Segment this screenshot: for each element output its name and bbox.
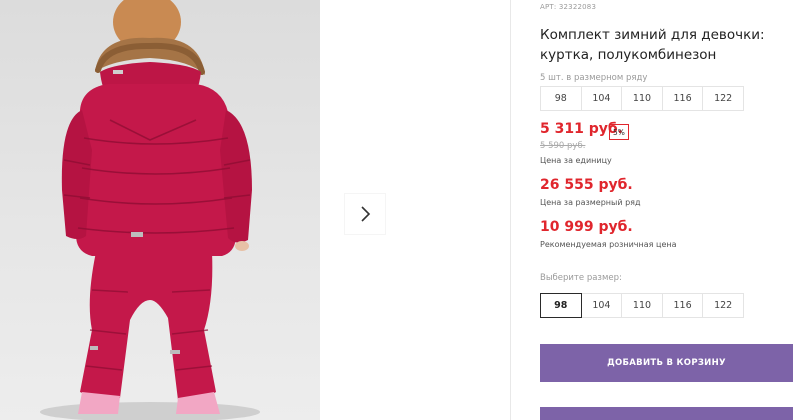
- product-sku: АРТ: 32322083: [540, 3, 597, 11]
- product-title: Комплект зимний для девочки: куртка, пол…: [540, 27, 765, 63]
- size-option-98[interactable]: 98: [540, 293, 582, 318]
- size-option-104[interactable]: 104: [580, 293, 623, 318]
- recommended-retail-price: 10 999 руб.: [540, 219, 633, 235]
- size-row-price: 26 555 руб.: [540, 177, 633, 193]
- discount-badge: 5%: [609, 124, 629, 140]
- pack-size-116: 116: [661, 86, 704, 111]
- pack-size-122: 122: [702, 86, 744, 111]
- size-option-116[interactable]: 116: [661, 293, 704, 318]
- product-gallery: [0, 0, 510, 420]
- gallery-divider: [510, 0, 511, 420]
- add-to-cart-button[interactable]: ДОБАВИТЬ В КОРЗИНУ: [540, 344, 793, 382]
- size-option-110[interactable]: 110: [621, 293, 663, 318]
- recommended-retail-price-caption: Рекомендуемая розничная цена: [540, 240, 677, 249]
- pack-size-110: 110: [621, 86, 663, 111]
- pack-sizes: 98 104 110 116 122: [540, 86, 744, 111]
- size-selector: 98 104 110 116 122: [540, 293, 744, 318]
- pack-size-104: 104: [580, 86, 623, 111]
- size-row-price-caption: Цена за размерный ряд: [540, 198, 641, 207]
- unit-price-caption: Цена за единицу: [540, 156, 612, 165]
- size-option-122[interactable]: 122: [702, 293, 744, 318]
- product-photo[interactable]: [0, 0, 320, 420]
- old-price: 5 590 руб.: [540, 141, 586, 151]
- chevron-right-icon: [361, 206, 371, 222]
- product-photo-image: [40, 0, 260, 420]
- size-select-label: Выберите размер:: [540, 273, 622, 283]
- pack-note: 5 шт. в размерном ряду: [540, 73, 648, 83]
- secondary-action-button[interactable]: [540, 407, 793, 420]
- gallery-next-button[interactable]: [345, 194, 385, 234]
- pack-size-98: 98: [540, 86, 582, 111]
- product-info-panel: АРТ: 32322083 Комплект зимний для девочк…: [540, 0, 800, 420]
